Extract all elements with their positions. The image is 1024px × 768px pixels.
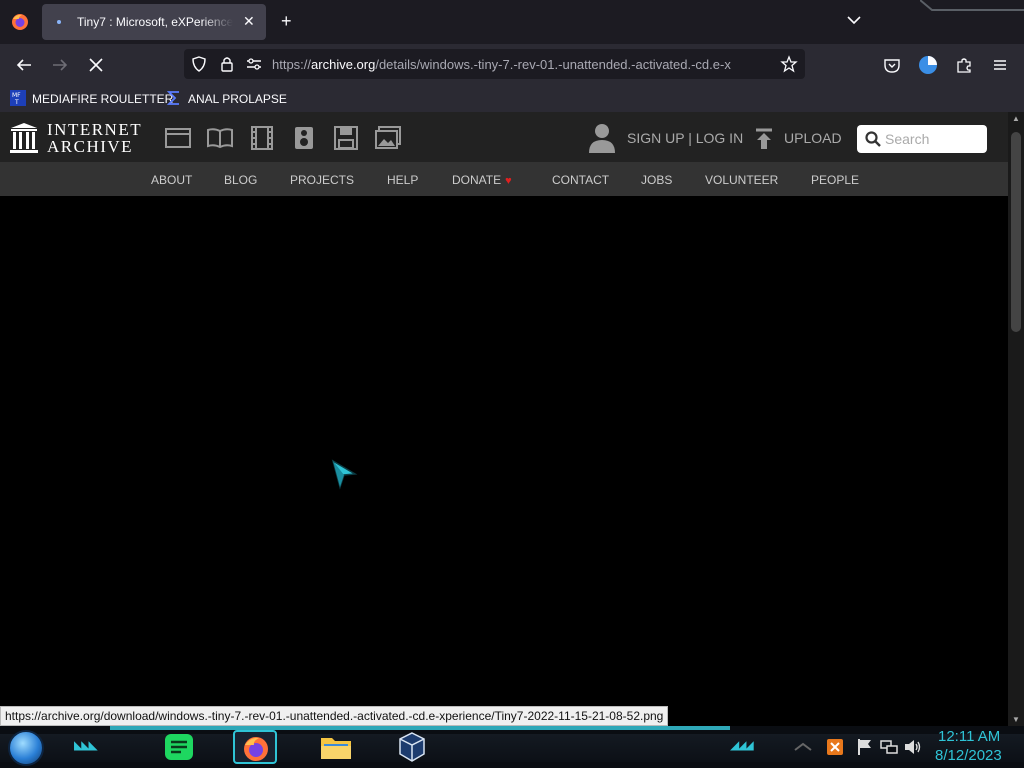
nav-people[interactable]: PEOPLE xyxy=(811,173,859,187)
back-icon[interactable] xyxy=(15,56,33,74)
search-placeholder: Search xyxy=(885,131,930,147)
archive-nav-bar: ABOUT BLOG PROJECTS HELP DONATE ♥ CONTACT… xyxy=(0,162,1008,196)
software-icon[interactable] xyxy=(333,126,359,150)
search-input[interactable]: Search xyxy=(857,125,987,153)
video-icon[interactable] xyxy=(249,126,275,150)
nav-jobs[interactable]: JOBS xyxy=(641,173,672,187)
permissions-icon[interactable] xyxy=(245,55,263,73)
tab-title: Tiny7 : Microsoft, eXPerience te xyxy=(77,15,233,29)
tab-close-icon[interactable]: ✕ xyxy=(243,13,255,30)
svg-text:MF: MF xyxy=(12,92,21,99)
folder-icon xyxy=(321,738,351,759)
vertical-scrollbar[interactable]: ▲ ▼ xyxy=(1008,112,1024,726)
upload-icon[interactable] xyxy=(754,128,774,150)
url-host: archive.org xyxy=(311,57,376,72)
user-avatar-icon[interactable] xyxy=(588,122,616,154)
clock-date[interactable]: 8/12/2023 xyxy=(935,747,1002,764)
upload-link[interactable]: UPLOAD xyxy=(784,130,842,146)
archive-top-bar: INTERNET ARCHIVE SIGN UP | LOG IN UPLOAD… xyxy=(0,112,1008,162)
sigma-icon xyxy=(166,91,179,105)
extensions-icon[interactable] xyxy=(955,56,973,74)
new-tab-button[interactable]: + xyxy=(281,11,292,31)
nav-donate-label: DONATE xyxy=(452,173,502,187)
taskbar-app-notes[interactable] xyxy=(158,730,202,764)
nav-donate[interactable]: DONATE ♥ xyxy=(452,173,512,187)
taskbar-app-firefox[interactable] xyxy=(233,730,277,764)
menu-icon[interactable] xyxy=(991,56,1009,74)
nav-contact[interactable]: CONTACT xyxy=(552,173,609,187)
loading-indicator xyxy=(57,20,61,24)
audio-icon[interactable] xyxy=(291,126,317,150)
page-content: INTERNET ARCHIVE SIGN UP | LOG IN UPLOAD… xyxy=(0,112,1008,726)
firefox-icon[interactable] xyxy=(11,13,29,31)
tray-overflow-icon[interactable] xyxy=(794,738,812,756)
volume-icon[interactable] xyxy=(904,738,922,756)
pocket-icon[interactable] xyxy=(883,56,901,74)
bookmark-star-icon[interactable] xyxy=(780,55,798,73)
shield-icon[interactable] xyxy=(190,55,208,73)
images-icon[interactable] xyxy=(375,126,401,150)
scroll-down-icon[interactable]: ▼ xyxy=(1012,715,1020,724)
nav-blog[interactable]: BLOG xyxy=(224,173,257,187)
heart-icon: ♥ xyxy=(505,175,512,187)
taskbar-app-explorer[interactable] xyxy=(314,730,358,764)
search-icon xyxy=(865,131,881,147)
mediafire-icon: MF T xyxy=(10,90,26,106)
start-button[interactable] xyxy=(8,730,44,766)
stop-icon[interactable] xyxy=(87,56,105,74)
flag-icon[interactable] xyxy=(856,738,874,756)
internet-archive-logo[interactable]: INTERNET ARCHIVE xyxy=(10,120,141,156)
svg-text:T: T xyxy=(14,99,19,106)
status-url-tooltip: https://archive.org/download/windows.-ti… xyxy=(0,706,669,726)
archive-building-icon xyxy=(10,123,38,153)
tab-strip: Tiny7 : Microsoft, eXPerience te ✕ + xyxy=(0,0,1024,44)
app-tray-icon[interactable] xyxy=(826,738,844,756)
mouse-cursor-icon xyxy=(331,459,358,490)
notes-icon xyxy=(165,734,193,760)
decor-chevrons-right: ◢◢◢ xyxy=(730,738,754,752)
url-prefix: https:// xyxy=(272,57,312,72)
decor-chevrons: ◣◣◣ xyxy=(74,738,98,752)
nav-help[interactable]: HELP xyxy=(387,173,418,187)
scroll-up-icon[interactable]: ▲ xyxy=(1012,114,1020,123)
navigation-toolbar: https://archive.org/details/windows.-tin… xyxy=(0,44,1024,84)
nav-about[interactable]: ABOUT xyxy=(151,173,192,187)
virtualbox-icon xyxy=(399,732,425,762)
logo-text-line2: ARCHIVE xyxy=(47,137,134,156)
web-icon[interactable] xyxy=(165,126,191,150)
forward-icon[interactable] xyxy=(51,56,69,74)
window-corner-decoration xyxy=(920,0,1024,11)
network-icon[interactable] xyxy=(880,738,898,756)
bookmark-label: ANAL PROLAPSE xyxy=(188,92,287,106)
url-path: /details/windows.-tiny-7.-rev-01.-unatte… xyxy=(375,57,731,72)
taskbar: ◣◣◣ ◢◢◢ 12:11 AM 8/12/2023 xyxy=(0,726,1024,768)
chevron-down-icon[interactable] xyxy=(846,12,862,28)
lock-icon[interactable] xyxy=(218,55,236,73)
nav-volunteer[interactable]: VOLUNTEER xyxy=(705,173,778,187)
scroll-thumb[interactable] xyxy=(1011,132,1021,332)
account-icon[interactable] xyxy=(918,55,938,75)
url-text: https://archive.org/details/windows.-tin… xyxy=(272,57,772,72)
firefox-icon xyxy=(244,737,268,761)
nav-projects[interactable]: PROJECTS xyxy=(290,173,354,187)
taskbar-app-virtualbox[interactable] xyxy=(390,730,434,764)
tab-active[interactable]: Tiny7 : Microsoft, eXPerience te ✕ xyxy=(42,4,266,40)
bookmarks-toolbar: MF T MEDIAFIRE ROULETTER ANAL PROLAPSE xyxy=(0,84,1024,112)
texts-icon[interactable] xyxy=(207,126,233,150)
bookmark-label: MEDIAFIRE ROULETTER xyxy=(32,92,174,106)
url-bar[interactable]: https://archive.org/details/windows.-tin… xyxy=(184,49,805,79)
clock-time[interactable]: 12:11 AM xyxy=(938,728,1000,745)
signup-login-link[interactable]: SIGN UP | LOG IN xyxy=(627,130,743,146)
